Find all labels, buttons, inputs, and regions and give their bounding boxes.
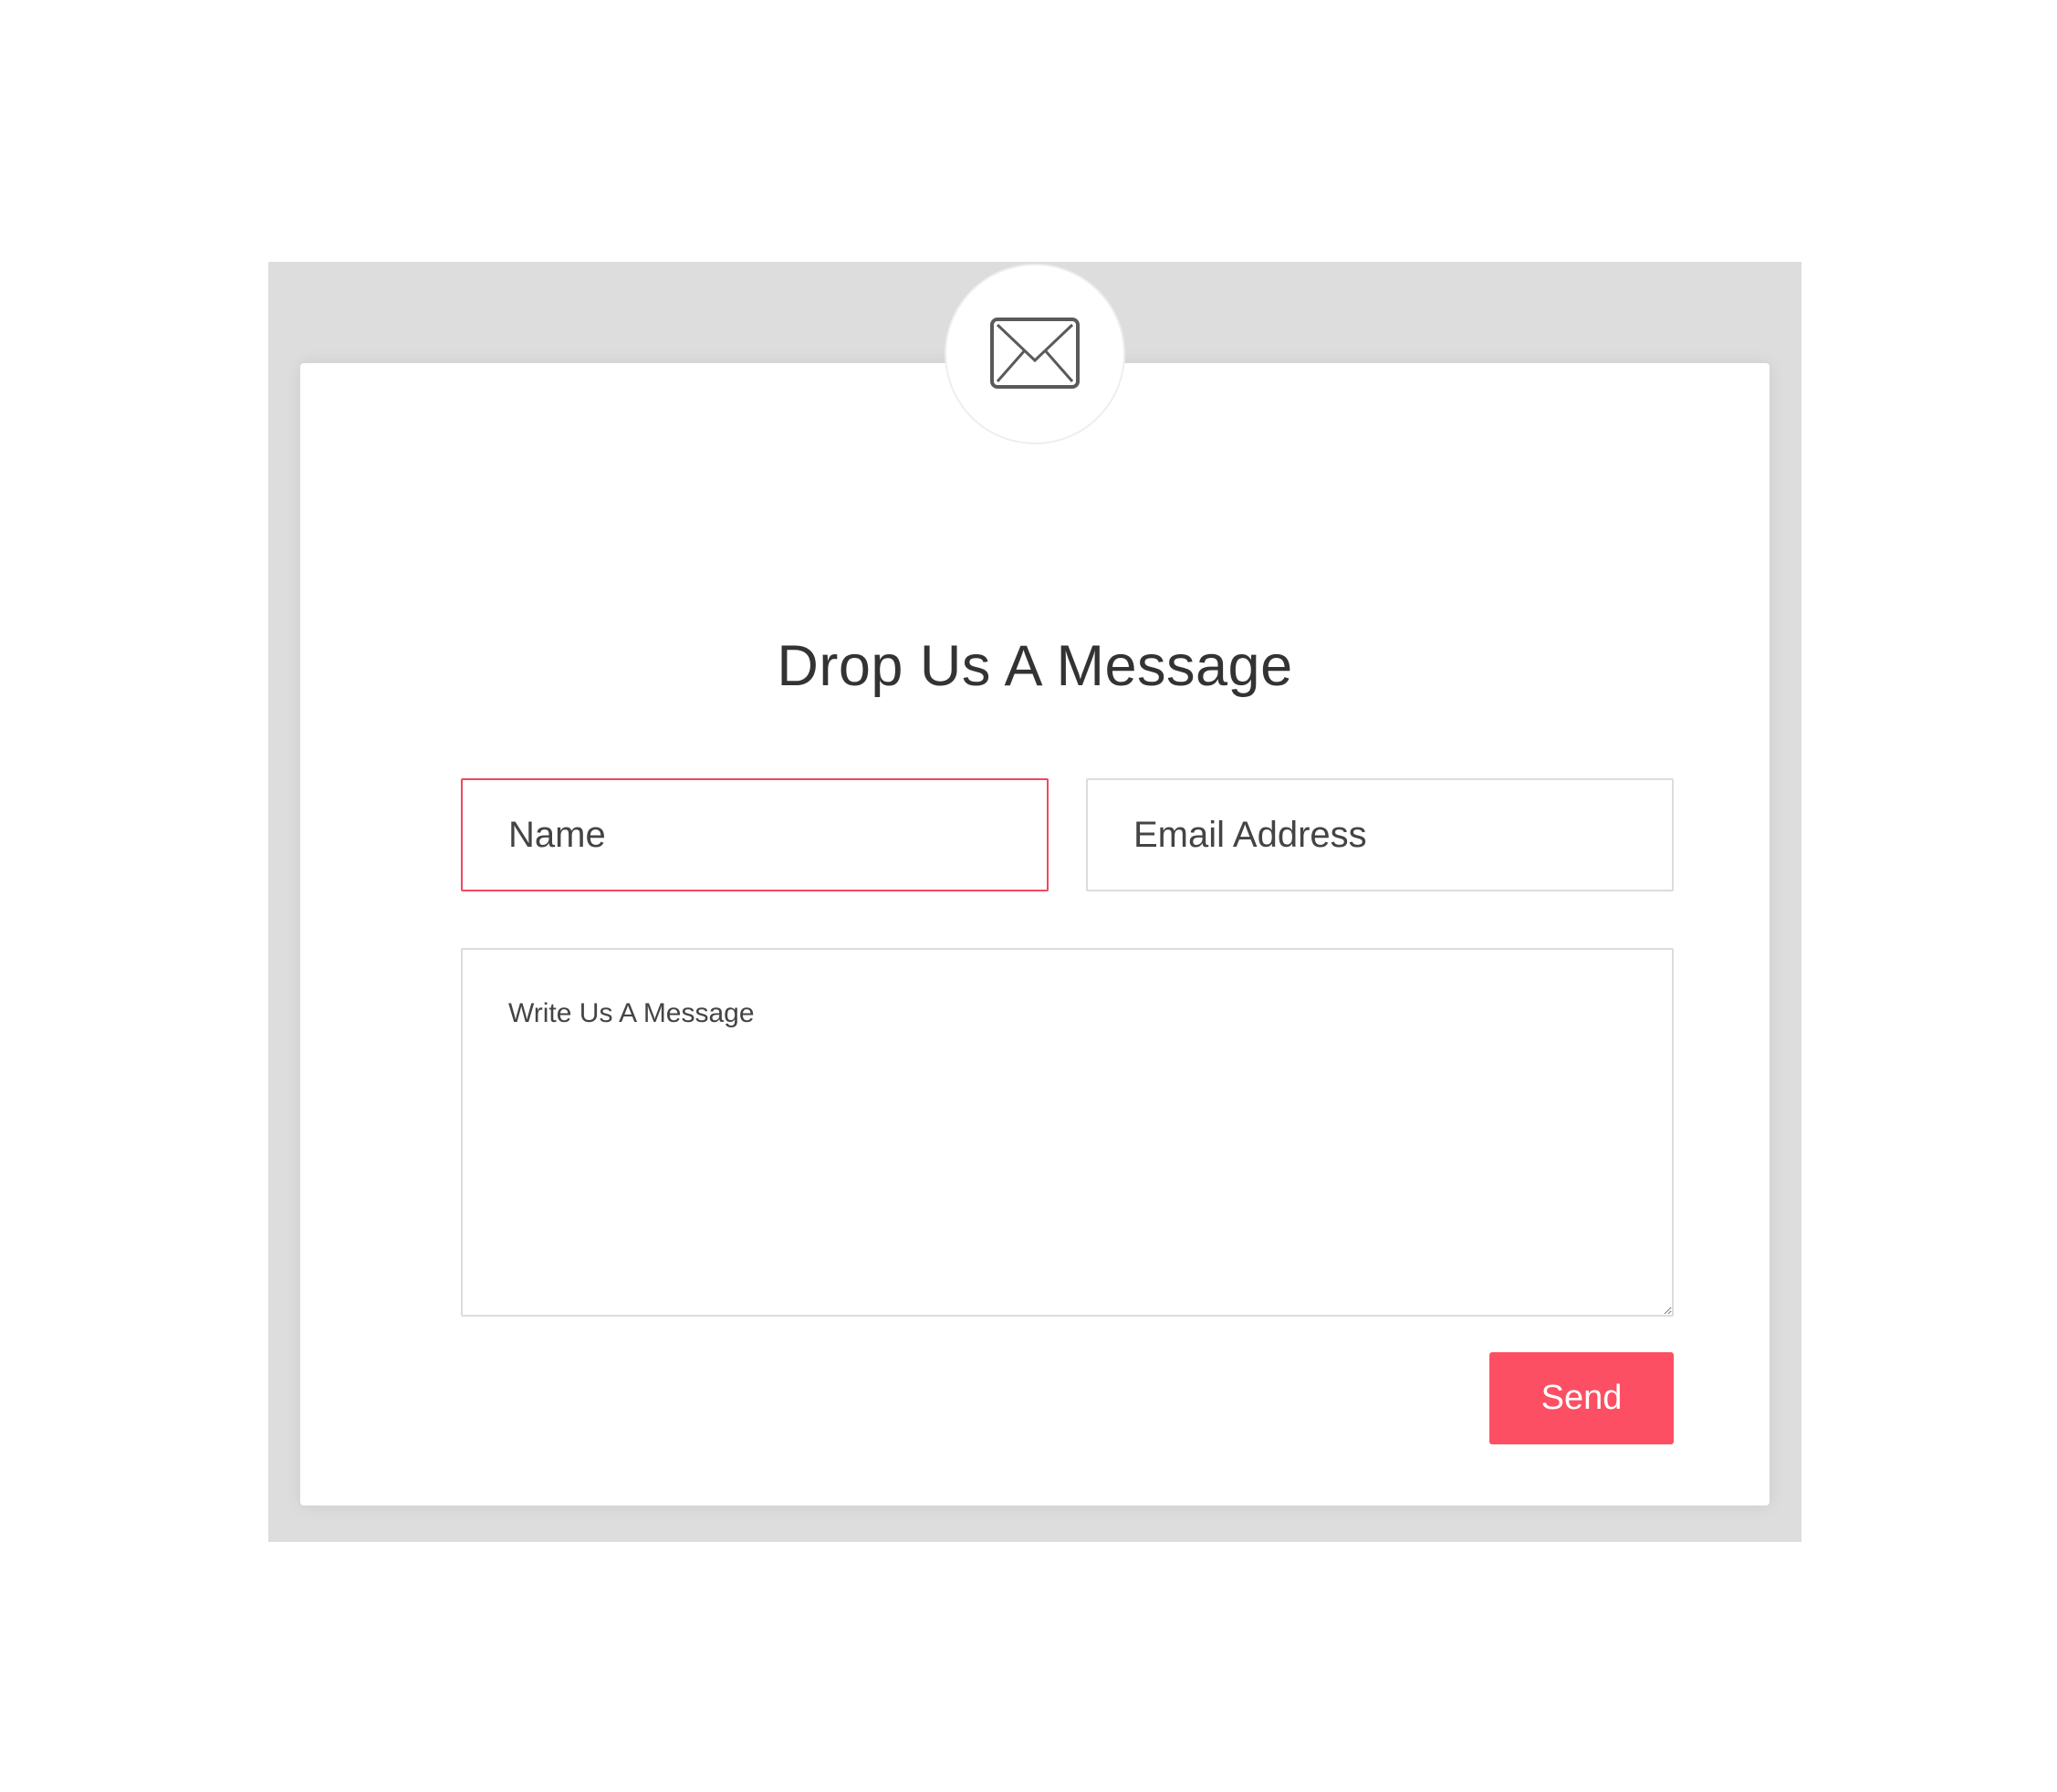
envelope-icon bbox=[990, 317, 1080, 389]
email-input[interactable] bbox=[1086, 778, 1674, 891]
envelope-icon-badge bbox=[945, 264, 1125, 444]
form-title: Drop Us A Message bbox=[777, 634, 1293, 698]
contact-form-frame: Drop Us A Message Send bbox=[268, 262, 1801, 1542]
message-textarea[interactable] bbox=[461, 948, 1674, 1317]
send-button[interactable]: Send bbox=[1489, 1352, 1674, 1444]
name-input[interactable] bbox=[461, 778, 1049, 891]
contact-form-card: Drop Us A Message Send bbox=[300, 363, 1770, 1505]
